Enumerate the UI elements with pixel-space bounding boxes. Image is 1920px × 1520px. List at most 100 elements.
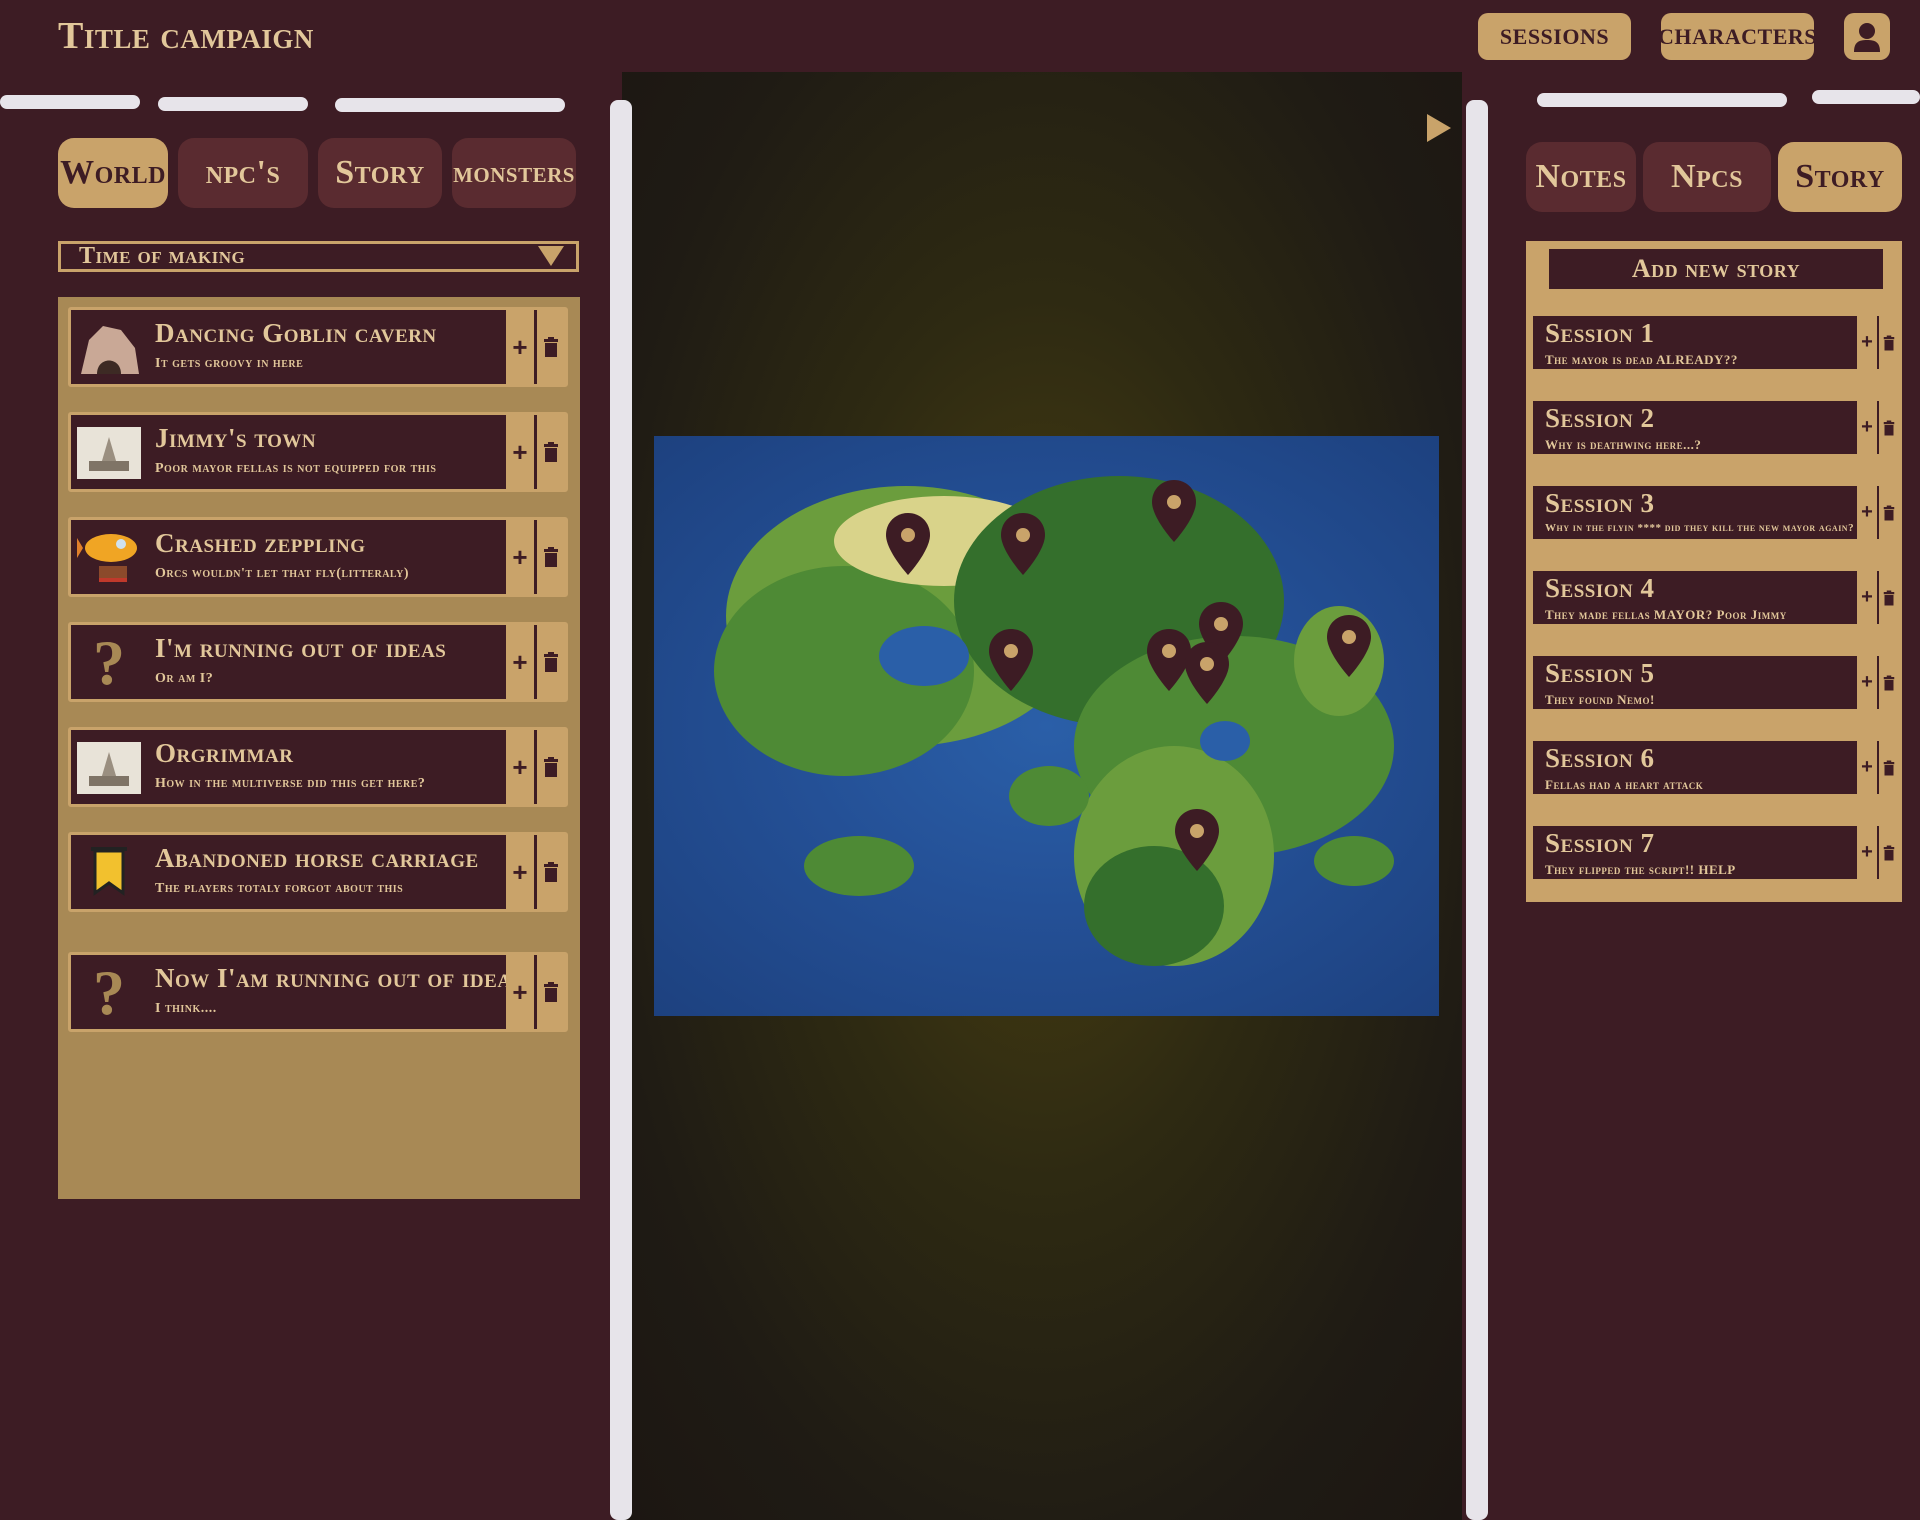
session-subtitle: They found Nemo! — [1545, 692, 1655, 707]
tab-world[interactable]: World — [58, 138, 168, 208]
session-subtitle: The mayor is dead ALREADY?? — [1545, 352, 1738, 367]
add-button[interactable]: + — [506, 415, 534, 489]
sort-dropdown[interactable]: Time of making — [58, 241, 579, 272]
sort-dropdown-value: Time of making — [79, 243, 246, 269]
paper-edge — [1812, 90, 1920, 104]
sessions-button[interactable]: SESSIONS — [1478, 13, 1631, 60]
tab-monsters[interactable]: monsters — [452, 138, 576, 208]
trash-icon[interactable] — [537, 520, 565, 594]
session-item[interactable]: Session 1 The mayor is dead ALREADY?? + — [1530, 313, 1902, 372]
list-item[interactable]: Crashed zeppling Orcs wouldn't let that … — [68, 517, 568, 597]
list-item-title: Jimmy's town — [155, 423, 317, 453]
list-item-title: Orgrimmar — [155, 738, 294, 768]
paper-edge — [158, 97, 308, 111]
add-new-story-button[interactable]: Add new story — [1546, 246, 1886, 292]
chevron-down-icon — [538, 246, 564, 266]
list-item-title: Now I'am running out of ideas — [155, 963, 523, 993]
map-lake — [879, 626, 969, 686]
user-profile-button[interactable] — [1844, 13, 1890, 60]
list-item-subtitle: How in the multiverse did this get here? — [155, 776, 426, 791]
town-icon — [77, 421, 141, 485]
map-pin-icon[interactable] — [886, 513, 930, 575]
paper-edge — [0, 95, 140, 109]
cave-icon — [77, 316, 141, 380]
list-item-subtitle: It gets groovy in here — [155, 356, 304, 371]
list-item-title: Dancing Goblin cavern — [155, 318, 437, 348]
session-title: Session 1 — [1545, 318, 1655, 348]
list-item[interactable]: ? Now I'am running out of ideas I think.… — [68, 952, 568, 1032]
session-item[interactable]: Session 7 They flipped the script!! HELP… — [1530, 823, 1902, 882]
trash-icon[interactable] — [1879, 826, 1899, 879]
tab-story-right[interactable]: Story — [1778, 142, 1902, 212]
tab-npcs-right[interactable]: Npcs — [1643, 142, 1771, 212]
trash-icon[interactable] — [1879, 741, 1899, 794]
add-button[interactable]: + — [506, 310, 534, 384]
add-button[interactable]: + — [1857, 741, 1877, 794]
trash-icon[interactable] — [1879, 401, 1899, 454]
map-pin-icon[interactable] — [1152, 480, 1196, 542]
trash-icon[interactable] — [537, 730, 565, 804]
list-item[interactable]: Orgrimmar How in the multiverse did this… — [68, 727, 568, 807]
session-item[interactable]: Session 4 They made fellas MAYOR? Poor J… — [1530, 568, 1902, 627]
trash-icon[interactable] — [537, 835, 565, 909]
session-item[interactable]: Session 5 They found Nemo! + — [1530, 653, 1902, 712]
paper-edge-right — [1466, 100, 1488, 1520]
add-button[interactable]: + — [1857, 316, 1877, 369]
session-title: Session 7 — [1545, 828, 1655, 858]
trash-icon[interactable] — [537, 415, 565, 489]
tab-story[interactable]: Story — [318, 138, 442, 208]
add-button[interactable]: + — [1857, 656, 1877, 709]
add-button[interactable]: + — [1857, 571, 1877, 624]
add-button[interactable]: + — [1857, 486, 1877, 539]
world-map[interactable] — [654, 436, 1439, 1016]
add-button[interactable]: + — [506, 730, 534, 804]
paper-edge — [335, 98, 565, 112]
paper-edge-left — [610, 100, 632, 1520]
session-subtitle: Fellas had a heart attack — [1545, 777, 1704, 792]
add-button[interactable]: + — [1857, 826, 1877, 879]
session-subtitle: Why in the flyin **** did they kill the … — [1545, 522, 1855, 534]
session-item[interactable]: Session 3 Why in the flyin **** did they… — [1530, 483, 1902, 542]
add-button[interactable]: + — [506, 955, 534, 1029]
trash-icon[interactable] — [1879, 316, 1899, 369]
map-island — [804, 836, 914, 896]
trash-icon[interactable] — [537, 955, 565, 1029]
list-item[interactable]: Abandoned horse carriage The players tot… — [68, 832, 568, 912]
session-item[interactable]: Session 6 Fellas had a heart attack + — [1530, 738, 1902, 797]
trash-icon[interactable] — [1879, 656, 1899, 709]
add-button[interactable]: + — [1857, 401, 1877, 454]
session-title: Session 5 — [1545, 658, 1655, 688]
map-pin-icon[interactable] — [1185, 642, 1229, 704]
list-item[interactable]: Jimmy's town Poor mayor fellas is not eq… — [68, 412, 568, 492]
session-title: Session 4 — [1545, 573, 1655, 603]
trash-icon[interactable] — [1879, 571, 1899, 624]
map-pin-icon[interactable] — [1327, 615, 1371, 677]
trash-icon[interactable] — [537, 310, 565, 384]
paper-edge — [1537, 93, 1787, 107]
map-island — [1314, 836, 1394, 886]
session-subtitle: They made fellas MAYOR? Poor Jimmy — [1545, 607, 1787, 622]
list-item-subtitle: Poor mayor fellas is not equipped for th… — [155, 461, 437, 476]
session-subtitle: Why is deathwing here...? — [1545, 437, 1702, 452]
map-pin-icon[interactable] — [989, 629, 1033, 691]
characters-button[interactable]: CHARACTERS — [1658, 13, 1817, 60]
session-title: Session 6 — [1545, 743, 1655, 773]
campaign-title: Title campaign — [58, 15, 314, 57]
tab-npcs[interactable]: npc's — [178, 138, 308, 208]
trash-icon[interactable] — [537, 625, 565, 699]
add-button[interactable]: + — [506, 625, 534, 699]
top-bar: Title campaign SESSIONS CHARACTERS — [0, 0, 1920, 72]
add-button[interactable]: + — [506, 835, 534, 909]
list-item-title: I'm running out of ideas — [155, 633, 447, 663]
question-icon: ? — [93, 627, 125, 698]
session-item[interactable]: Session 2 Why is deathwing here...? + — [1530, 398, 1902, 457]
tab-notes[interactable]: Notes — [1526, 142, 1636, 212]
collapse-panel-arrow-icon[interactable] — [1427, 114, 1451, 142]
map-pin-icon[interactable] — [1001, 513, 1045, 575]
list-item[interactable]: Dancing Goblin cavern It gets groovy in … — [68, 307, 568, 387]
add-button[interactable]: + — [506, 520, 534, 594]
list-item[interactable]: ? I'm running out of ideas Or am I? + — [68, 622, 568, 702]
trash-icon[interactable] — [1879, 486, 1899, 539]
map-pin-icon[interactable] — [1175, 809, 1219, 871]
zeppelin-icon — [77, 526, 141, 590]
